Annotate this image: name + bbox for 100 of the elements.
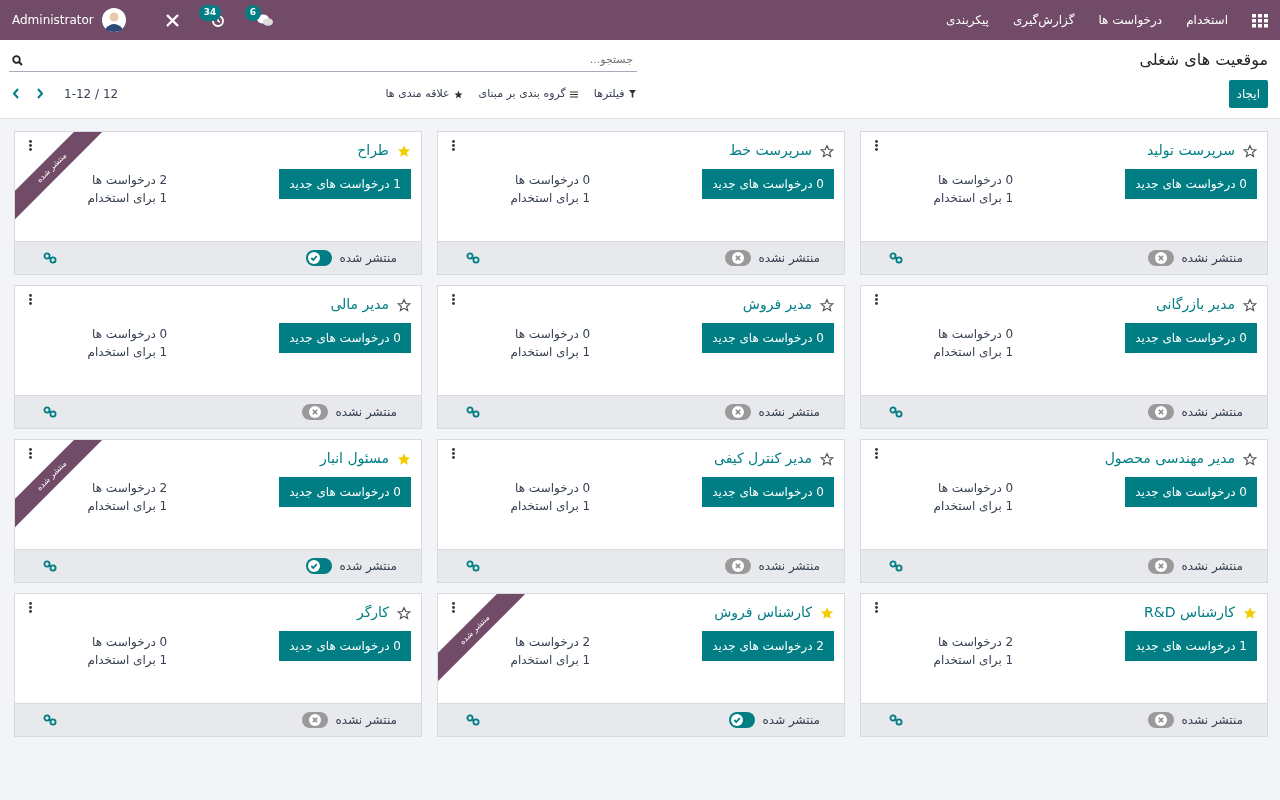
job-title[interactable]: مدیر کنترل کیفی [713,448,812,469]
app-title[interactable]: استخدام [1186,11,1228,29]
publish-toggle[interactable] [1147,712,1174,728]
new-applications-button[interactable]: 0 درخواست های جدید [702,323,834,353]
filled-star-icon[interactable] [1243,605,1257,620]
job-title[interactable]: مدیر مالی [330,294,389,315]
new-applications-button[interactable]: 1 درخواست های جدید [1125,631,1257,661]
star-outline-icon[interactable] [1243,143,1257,158]
applications-link[interactable]: 0 درخواست ها [510,479,591,497]
star-outline-icon[interactable] [1243,451,1257,466]
job-title[interactable]: کارگر [356,602,389,623]
star-outline-icon[interactable] [1243,297,1257,312]
star-outline-icon[interactable] [397,297,411,312]
new-applications-button[interactable]: 2 درخواست های جدید [702,631,834,661]
new-applications-button[interactable]: 0 درخواست های جدید [702,477,834,507]
x-icon [1154,406,1167,418]
applications-link[interactable]: 0 درخواست ها [510,325,591,343]
applications-link[interactable]: 0 درخواست ها [933,171,1014,189]
job-title[interactable]: مدیر فروش [742,294,812,315]
applications-link[interactable]: 0 درخواست ها [510,171,591,189]
link-icon[interactable] [466,406,480,418]
filled-star-icon[interactable] [397,451,411,466]
avatar-icon[interactable] [101,8,126,32]
x-icon [731,560,744,572]
new-applications-button[interactable]: 0 درخواست های جدید [1125,477,1257,507]
chat-icon[interactable] [256,14,273,27]
job-title[interactable]: طراح [357,140,389,161]
link-icon[interactable] [43,252,57,264]
filled-star-icon[interactable] [397,143,411,158]
to-hire-text: 1 برای استخدام [933,498,1014,515]
publish-status-label: منتشر شده [339,250,397,267]
publish-toggle[interactable] [1147,250,1174,266]
to-hire-text: 1 برای استخدام [510,344,591,361]
menu-item[interactable]: گزارش‌گیری [1012,11,1075,29]
new-applications-button[interactable]: 0 درخواست های جدید [279,323,411,353]
star-outline-icon[interactable] [397,605,411,620]
link-icon[interactable] [43,560,57,572]
activity-count: 34 [198,5,222,21]
user-name[interactable]: Administrator [12,11,94,29]
link-icon[interactable] [466,714,480,726]
filter-dropdown-button[interactable]: علاقه مندی ها [385,85,463,103]
link-icon[interactable] [889,714,903,726]
new-applications-button[interactable]: 0 درخواست های جدید [702,169,834,199]
create-button[interactable]: ایجاد [1228,80,1268,108]
applications-link[interactable]: 0 درخواست ها [933,479,1014,497]
list-icon [569,90,578,98]
job-title[interactable]: کارشناس فروش [714,602,812,623]
star-outline-icon[interactable] [820,297,834,312]
new-applications-button[interactable]: 0 درخواست های جدید [279,477,411,507]
link-icon[interactable] [466,560,480,572]
applications-link[interactable]: 0 درخواست ها [933,325,1014,343]
new-applications-button[interactable]: 0 درخواست های جدید [1125,323,1257,353]
filter-dropdown-button[interactable]: فیلترها [593,85,636,103]
link-icon[interactable] [889,560,903,572]
tools-icon[interactable] [165,13,179,27]
job-title[interactable]: مسئول انبار [319,448,389,469]
link-icon[interactable] [43,714,57,726]
job-title[interactable]: مدیر مهندسی محصول [1104,448,1235,469]
applications-link[interactable]: 0 درخواست ها [87,633,168,651]
link-icon[interactable] [889,406,903,418]
job-title[interactable]: سرپرست تولید [1147,140,1235,161]
publish-status-label: منتشر نشده [758,404,820,421]
publish-status-label: منتشر شده [762,712,820,729]
apps-menu-icon[interactable] [1252,11,1268,29]
new-applications-button[interactable]: 0 درخواست های جدید [279,631,411,661]
clock-icon[interactable] [210,13,225,28]
publish-toggle[interactable] [305,250,332,266]
new-applications-button[interactable]: 0 درخواست های جدید [1125,169,1257,199]
applications-link[interactable]: 0 درخواست ها [87,325,168,343]
job-title[interactable]: مدیر بازرگانی [1155,294,1235,315]
menu-item[interactable]: پیکربندی [946,11,989,29]
job-title[interactable]: کارشناس R&D [1144,602,1235,623]
publish-toggle[interactable] [724,250,751,266]
filter-dropdown-button[interactable]: گروه بندی بر مبنای [478,85,578,103]
to-hire-text: 1 برای استخدام [87,344,168,361]
link-icon[interactable] [466,252,480,264]
publish-status-label: منتشر نشده [1181,558,1243,575]
new-applications-button[interactable]: 1 درخواست های جدید [279,169,411,199]
link-icon[interactable] [43,406,57,418]
applications-link[interactable]: 2 درخواست ها [87,479,168,497]
job-title[interactable]: سرپرست خط [729,140,812,161]
menu-item[interactable]: درخواست ها [1098,11,1163,29]
link-icon[interactable] [889,252,903,264]
star-outline-icon[interactable] [820,451,834,466]
publish-toggle[interactable] [728,712,755,728]
applications-link[interactable]: 2 درخواست ها [510,633,591,651]
publish-toggle[interactable] [301,712,328,728]
applications-link[interactable]: 2 درخواست ها [87,171,168,189]
filled-star-icon[interactable] [820,605,834,620]
publish-status-label: منتشر نشده [335,712,397,729]
star-outline-icon[interactable] [820,143,834,158]
publish-toggle[interactable] [301,404,328,420]
publish-toggle[interactable] [724,404,751,420]
to-hire-text: 1 برای استخدام [933,344,1014,361]
publish-toggle[interactable] [1147,404,1174,420]
x-icon [731,252,744,264]
publish-toggle[interactable] [305,558,332,574]
applications-link[interactable]: 2 درخواست ها [933,633,1014,651]
publish-toggle[interactable] [724,558,751,574]
publish-toggle[interactable] [1147,558,1174,574]
